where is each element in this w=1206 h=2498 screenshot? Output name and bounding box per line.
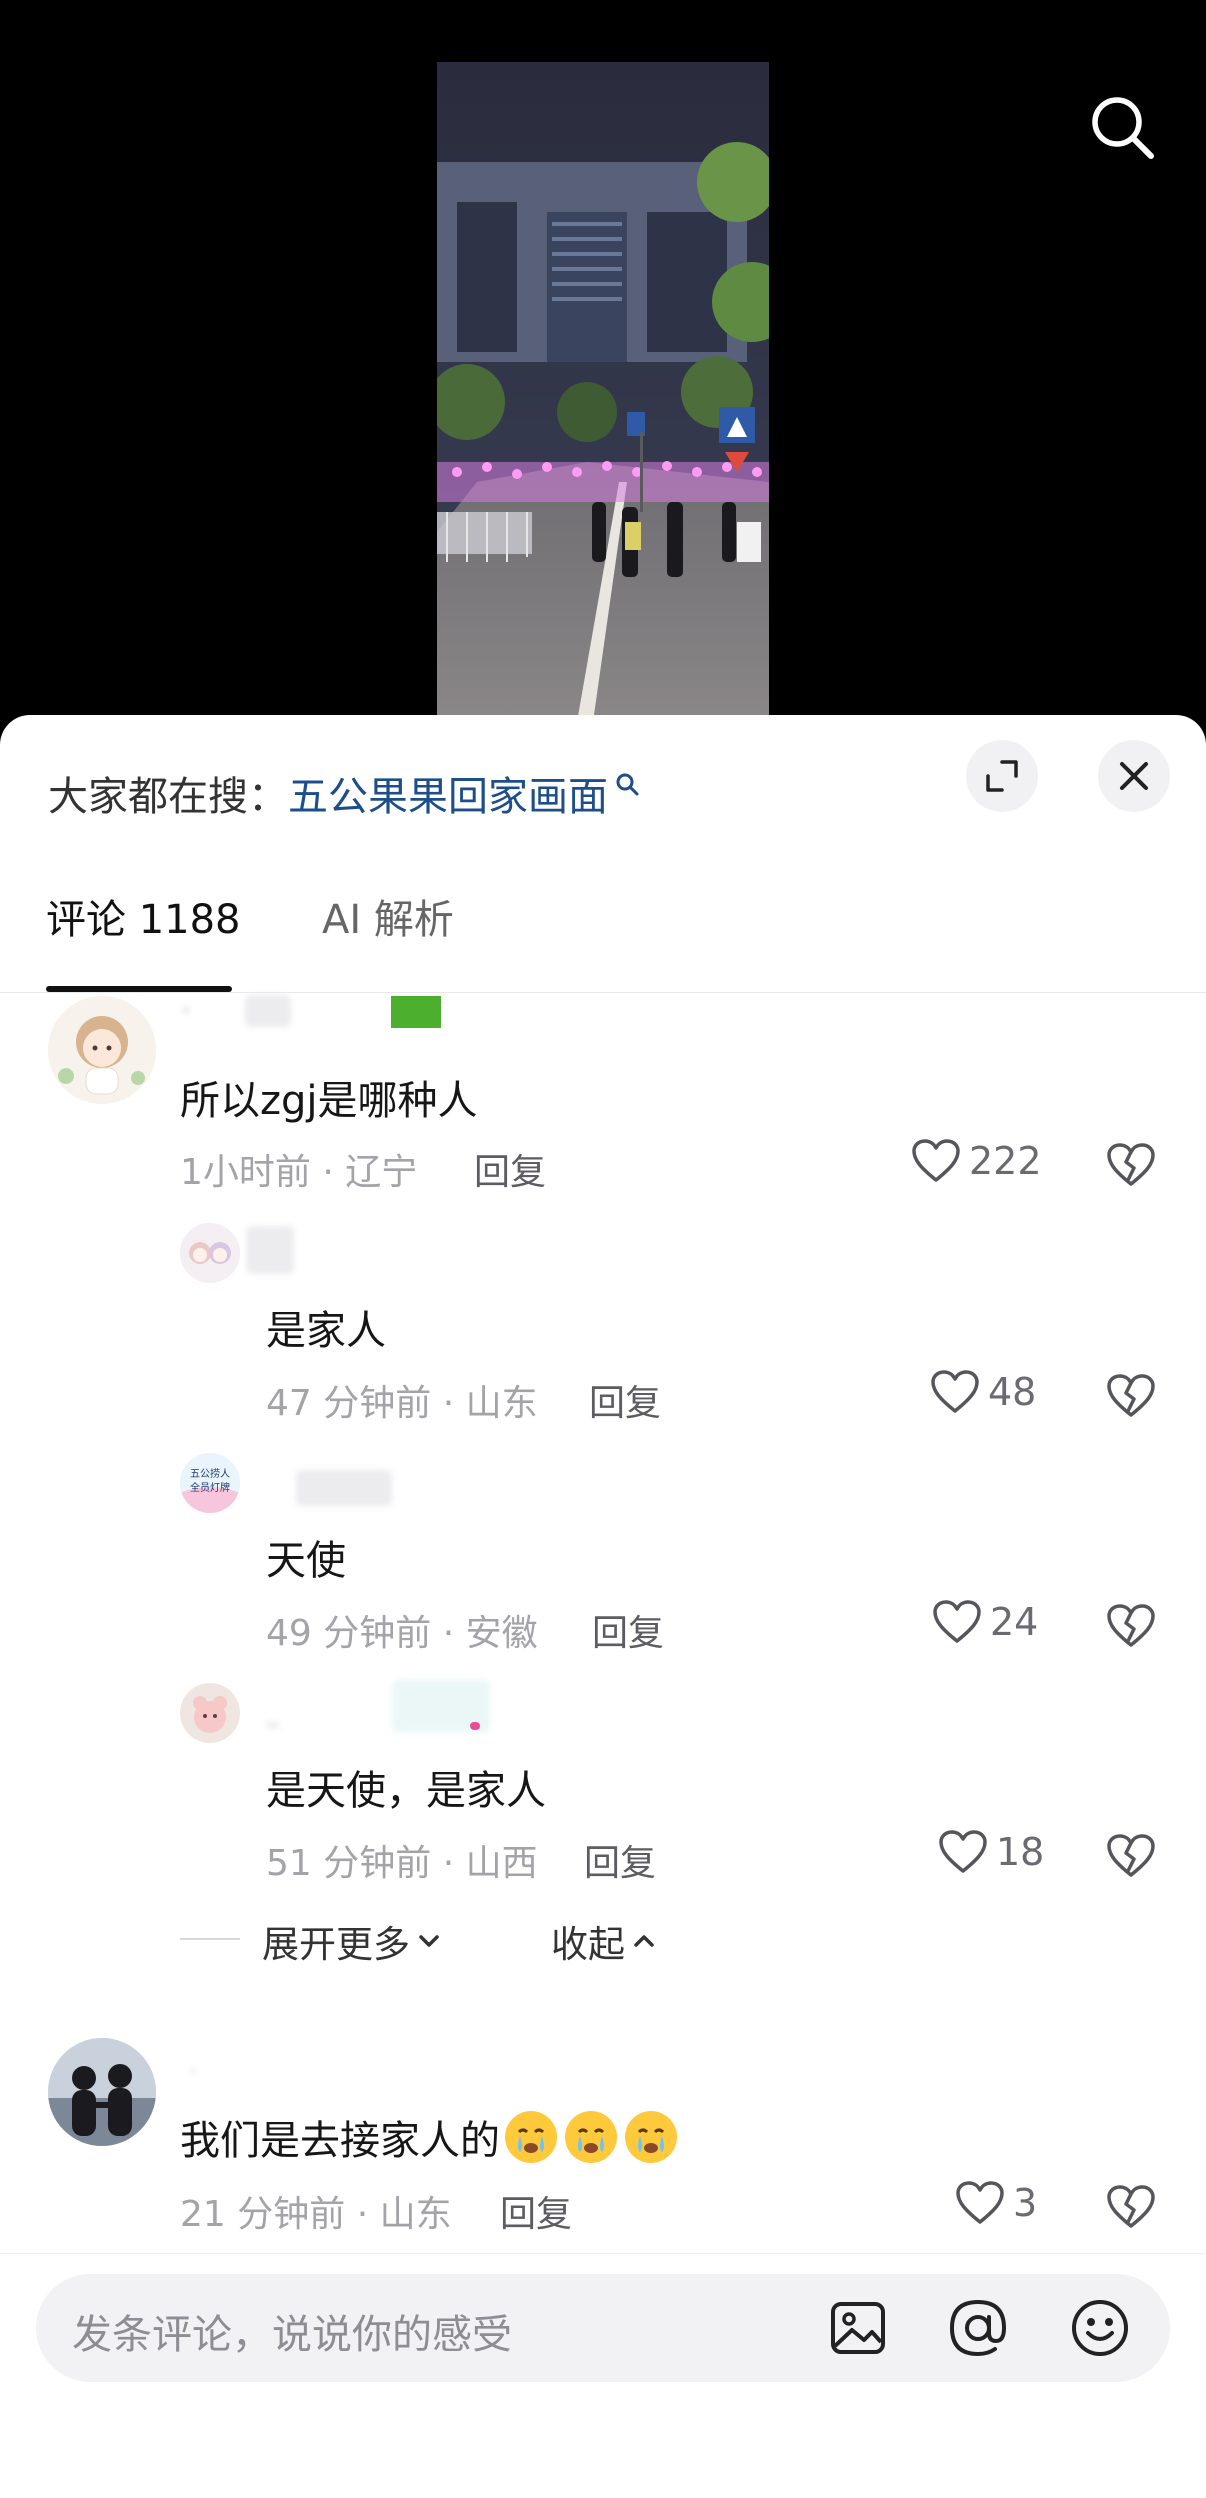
reply-meta: 51 分钟前 · 山西 <box>266 1843 538 1884</box>
svg-text:五公捞人: 五公捞人 <box>190 1467 230 1480</box>
heart-icon <box>939 1830 987 1873</box>
avatar-badge-icon: 五公捞人 全员灯牌 <box>180 1453 240 1513</box>
avatar-photo-icon <box>48 2038 156 2146</box>
expand-more-label: 展开更多 <box>262 1923 410 1966</box>
username-blurred[interactable] <box>182 1006 190 1014</box>
reply-avatar[interactable] <box>180 1683 240 1743</box>
collapse-label: 收起 <box>551 1923 625 1966</box>
search-button[interactable] <box>1085 90 1161 166</box>
broken-heart-icon <box>1107 1374 1155 1417</box>
user-badge <box>391 996 441 1028</box>
svg-text:全员灯牌: 全员灯牌 <box>190 1481 230 1494</box>
comment-text: 所以zgj是哪种人 <box>180 1078 478 1124</box>
reply-button[interactable]: 回复 <box>589 1374 661 1426</box>
reply-text: 是家人 <box>266 1308 386 1354</box>
broken-heart-icon <box>1107 2185 1155 2228</box>
username-blurred[interactable] <box>296 1470 392 1506</box>
heart-icon <box>931 1370 979 1413</box>
broken-heart-icon <box>1107 1143 1155 1186</box>
mention-button[interactable] <box>944 2294 1012 2362</box>
like-button[interactable]: 3 <box>955 2180 1037 2226</box>
reply-avatar[interactable]: 五公捞人 全员灯牌 <box>180 1453 240 1513</box>
reply-text: 天使 <box>266 1538 346 1584</box>
expand-divider <box>180 1938 240 1940</box>
dislike-button[interactable] <box>1106 1142 1156 1192</box>
expand-button[interactable] <box>966 740 1038 812</box>
emoji-button[interactable] <box>1066 2294 1134 2362</box>
like-count: 24 <box>990 1600 1039 1644</box>
reply-text: 是天使，是家人 <box>266 1768 546 1814</box>
comment-text: 我们是去接家人的 <box>180 2118 500 2164</box>
close-icon <box>1120 762 1148 790</box>
hot-search-prefix: 大家都在搜： <box>48 774 288 820</box>
like-count: 222 <box>969 1139 1042 1183</box>
tab-ai-analysis[interactable]: AI 解析 <box>322 887 454 945</box>
like-button[interactable]: 222 <box>911 1138 1042 1184</box>
dislike-button[interactable] <box>1106 1373 1156 1423</box>
broken-heart-icon <box>1107 1834 1155 1877</box>
expand-more-replies-button[interactable]: 展开更多 <box>262 1914 444 1968</box>
reply-meta: 47 分钟前 · 山东 <box>266 1383 538 1424</box>
active-tab-indicator <box>46 986 232 992</box>
image-icon <box>831 2302 885 2354</box>
at-icon <box>949 2299 1007 2357</box>
user-badge <box>470 1722 480 1730</box>
crying-emoji-icon <box>565 2111 617 2163</box>
avatar[interactable] <box>48 2038 156 2146</box>
crying-emoji-icon <box>505 2111 557 2163</box>
avatar-illustration-icon <box>48 996 156 1104</box>
video-thumbnail[interactable] <box>437 62 769 722</box>
dislike-button[interactable] <box>1106 1833 1156 1883</box>
reply-button[interactable]: 回复 <box>474 1143 546 1195</box>
broken-heart-icon <box>1107 1604 1155 1647</box>
heart-icon <box>956 2181 1004 2224</box>
like-count: 18 <box>996 1830 1045 1874</box>
video-player[interactable] <box>0 0 1206 760</box>
username-blurred[interactable] <box>266 1722 280 1728</box>
hot-search-term[interactable]: 五公果果回家画面 <box>288 764 608 822</box>
avatar-plush-icon <box>180 1683 240 1743</box>
chevron-up-icon <box>634 1935 654 1947</box>
like-button[interactable]: 18 <box>938 1829 1044 1875</box>
comment-meta: 1小时前 · 辽宁 <box>180 1152 418 1193</box>
close-button[interactable] <box>1098 740 1170 812</box>
reply-avatar[interactable] <box>180 1223 240 1283</box>
reply-meta: 49 分钟前 · 安徽 <box>266 1613 538 1654</box>
expand-icon <box>986 760 1018 792</box>
heart-icon <box>912 1139 960 1182</box>
image-button[interactable] <box>824 2294 892 2362</box>
reply-button[interactable]: 回复 <box>592 1604 664 1656</box>
avatar[interactable] <box>48 996 156 1104</box>
like-count: 48 <box>988 1370 1037 1414</box>
comment-tabs: 评论 1188 AI 解析 <box>0 865 1206 993</box>
app-root: 大家都在搜： 五公果果回家画面 评论 1188 AI 解析 所以zgj是哪种人 … <box>0 0 1206 2498</box>
reply-button[interactable]: 回复 <box>500 2185 572 2237</box>
heart-icon <box>933 1600 981 1643</box>
username-blurred[interactable] <box>246 1226 294 1274</box>
comment-meta: 21 分钟前 · 山东 <box>180 2194 452 2235</box>
comment-text-row: 我们是去接家人的 <box>180 2108 680 2166</box>
comment-input-area: 发条评论，说说你的感受 <box>0 2253 1206 2498</box>
dislike-button[interactable] <box>1106 1603 1156 1653</box>
avatar-illustration-icon <box>180 1223 240 1283</box>
collapse-replies-button[interactable]: 收起 <box>551 1914 659 1968</box>
comment-input-placeholder: 发条评论，说说你的感受 <box>72 2312 512 2358</box>
search-icon <box>1092 97 1154 159</box>
tab-comments[interactable]: 评论 1188 <box>46 887 241 945</box>
like-button[interactable]: 48 <box>930 1369 1036 1415</box>
chevron-down-icon <box>419 1935 439 1947</box>
small-search-icon <box>616 773 639 796</box>
reply-button[interactable]: 回复 <box>584 1834 656 1886</box>
username-blurred[interactable] <box>245 995 291 1027</box>
dislike-button[interactable] <box>1106 2184 1156 2234</box>
username-blurred[interactable] <box>190 2068 196 2074</box>
hot-search[interactable]: 大家都在搜： 五公果果回家画面 <box>48 763 640 823</box>
crying-emoji-icon <box>625 2111 677 2163</box>
emoji-icon <box>1072 2300 1128 2356</box>
comment-input[interactable]: 发条评论，说说你的感受 <box>36 2274 1170 2382</box>
like-button[interactable]: 24 <box>932 1599 1038 1645</box>
like-count: 3 <box>1013 2181 1038 2225</box>
